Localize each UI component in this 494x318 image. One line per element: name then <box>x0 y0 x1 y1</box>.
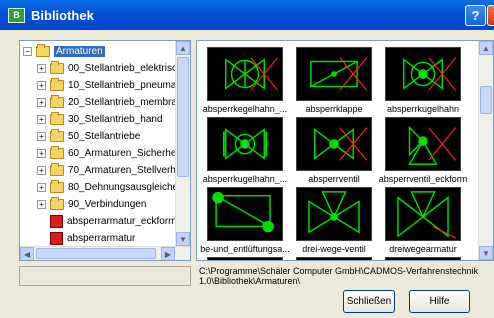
tree-item-label: 30_Stellantrieb_hand <box>68 114 163 125</box>
valve-icon[interactable] <box>296 117 372 171</box>
tree-item[interactable]: +60_Armaturen_Sicherheitsfunktior <box>37 145 190 162</box>
close-title-button[interactable]: X <box>487 5 494 26</box>
library-icon: B <box>8 7 25 23</box>
gallery-item-partial[interactable] <box>296 257 372 260</box>
three-way-2-icon[interactable] <box>385 187 461 241</box>
help-button[interactable]: Hilfe <box>409 290 470 313</box>
tree-item-label: 20_Stellantrieb_membrane <box>68 97 189 108</box>
window-title: Bibliothek <box>31 7 94 23</box>
tree-item[interactable]: absperrarmatur <box>37 230 135 247</box>
tree-item[interactable]: +20_Stellantrieb_membrane <box>37 94 188 111</box>
status-left <box>19 266 191 286</box>
ball-valve-flanged-icon[interactable] <box>207 117 283 171</box>
gallery-item-partial[interactable] <box>385 257 461 260</box>
tree-item-label: 70_Armaturen_Stellverhalten_stet <box>68 165 190 176</box>
tree-root[interactable]: − Armaturen <box>23 43 105 60</box>
scroll-thumb[interactable] <box>177 57 189 177</box>
valve-angle-icon[interactable] <box>385 117 461 171</box>
folder-icon <box>50 180 64 193</box>
tree-view[interactable]: − Armaturen +00_Stellantrieb_elektrisch +… <box>19 40 191 261</box>
collapse-icon[interactable]: − <box>23 47 32 56</box>
gallery-scroll-up-icon[interactable]: ▲ <box>479 41 493 55</box>
symbol-icon <box>50 215 63 228</box>
valve-cone-icon[interactable] <box>207 47 283 101</box>
gallery-scroll-down-icon[interactable]: ▼ <box>479 246 493 260</box>
tree-item[interactable]: +10_Stellantrieb_pneumatisch <box>37 77 191 94</box>
tree-item-label: 60_Armaturen_Sicherheitsfunktior <box>68 148 190 159</box>
gallery-item-partial[interactable] <box>207 257 283 260</box>
expand-icon[interactable]: + <box>37 98 46 107</box>
vent-icon[interactable] <box>207 187 283 241</box>
tree-item[interactable]: +00_Stellantrieb_elektrisch <box>37 60 183 77</box>
tree-item-label: 50_Stellantriebe <box>68 131 141 142</box>
tree-item[interactable]: +50_Stellantriebe <box>37 128 140 145</box>
gallery-caption: absperrventil_eckform <box>378 174 468 184</box>
tree-item[interactable]: +80_Dehnungsausgleicher <box>37 179 181 196</box>
butterfly-icon[interactable] <box>296 47 372 101</box>
gallery-caption: absperrkugelhahn_... <box>202 174 288 184</box>
tree-vertical-scrollbar[interactable]: ▲ ▼ <box>175 41 190 260</box>
folder-icon <box>50 163 64 176</box>
expand-icon[interactable]: + <box>37 166 46 175</box>
symbol-gallery[interactable]: absperrkegelhahn_... absperrklappe absperr… <box>196 40 494 261</box>
folder-icon <box>50 112 64 125</box>
symbol-icon <box>50 232 63 245</box>
folder-icon <box>50 95 64 108</box>
tree-horizontal-scrollbar[interactable]: ◀ ▶ <box>20 246 190 260</box>
title-bar: B Bibliothek ? X <box>0 0 494 30</box>
tree-item-label: 80_Dehnungsausgleicher <box>68 182 182 193</box>
gallery-scroll-thumb[interactable] <box>480 86 492 114</box>
expand-icon[interactable]: + <box>37 200 46 209</box>
tree-item-label: 90_Verbindungen <box>68 199 147 210</box>
path-line-1: C:\Programme\Schäler Computer GmbH\CADMO… <box>199 266 479 276</box>
tree-item-label: 00_Stellantrieb_elektrisch <box>68 63 183 74</box>
status-path: C:\Programme\Schäler Computer GmbH\CADMO… <box>196 266 494 286</box>
hscroll-thumb[interactable] <box>36 248 156 259</box>
gallery-vertical-scrollbar[interactable]: ▲ ▼ <box>478 41 493 260</box>
tree-item-label: absperrarmatur <box>67 233 136 244</box>
expand-icon[interactable]: + <box>37 115 46 124</box>
path-line-2: 1.0\Bibliothek\Armaturen\ <box>199 276 301 286</box>
gallery-caption: drei-wege-ventil <box>302 244 366 254</box>
folder-icon <box>50 78 64 91</box>
three-way-icon[interactable] <box>296 187 372 241</box>
folder-icon <box>50 61 64 74</box>
tree-item-label: 10_Stellantrieb_pneumatisch <box>68 80 191 91</box>
tree-item[interactable]: +70_Armaturen_Stellverhalten_stet <box>37 162 190 179</box>
ball-valve-icon[interactable] <box>385 47 461 101</box>
gallery-caption: be-und_entlüftungsa... <box>200 244 290 254</box>
gallery-caption: absperrventil <box>308 174 360 184</box>
tree-item[interactable]: +90_Verbindungen <box>37 196 146 213</box>
scroll-up-icon[interactable]: ▲ <box>176 41 190 55</box>
gallery-caption: absperrkugelhahn <box>386 104 460 114</box>
scroll-down-icon[interactable]: ▼ <box>176 232 190 246</box>
folder-icon <box>50 146 64 159</box>
gallery-caption: absperrklappe <box>305 104 363 114</box>
help-title-button[interactable]: ? <box>465 5 486 26</box>
gallery-caption: absperrkegelhahn_... <box>202 104 288 114</box>
tree-root-label: Armaturen <box>54 46 105 57</box>
scroll-left-icon[interactable]: ◀ <box>20 247 34 260</box>
scroll-right-icon[interactable]: ▶ <box>161 247 175 260</box>
expand-icon[interactable]: + <box>37 132 46 141</box>
folder-icon <box>50 197 64 210</box>
tree-item[interactable]: absperrarmatur_eckform <box>37 213 176 230</box>
expand-icon[interactable]: + <box>37 149 46 158</box>
expand-icon[interactable]: + <box>37 183 46 192</box>
tree-item-label: absperrarmatur_eckform <box>67 216 177 227</box>
close-button[interactable]: Schließen <box>343 290 395 313</box>
folder-open-icon <box>36 44 50 57</box>
expand-icon[interactable]: + <box>37 64 46 73</box>
gallery-caption: dreiwegearmatur <box>389 244 457 254</box>
expand-icon[interactable]: + <box>37 81 46 90</box>
tree-item[interactable]: +30_Stellantrieb_hand <box>37 111 163 128</box>
folder-icon <box>50 129 64 142</box>
